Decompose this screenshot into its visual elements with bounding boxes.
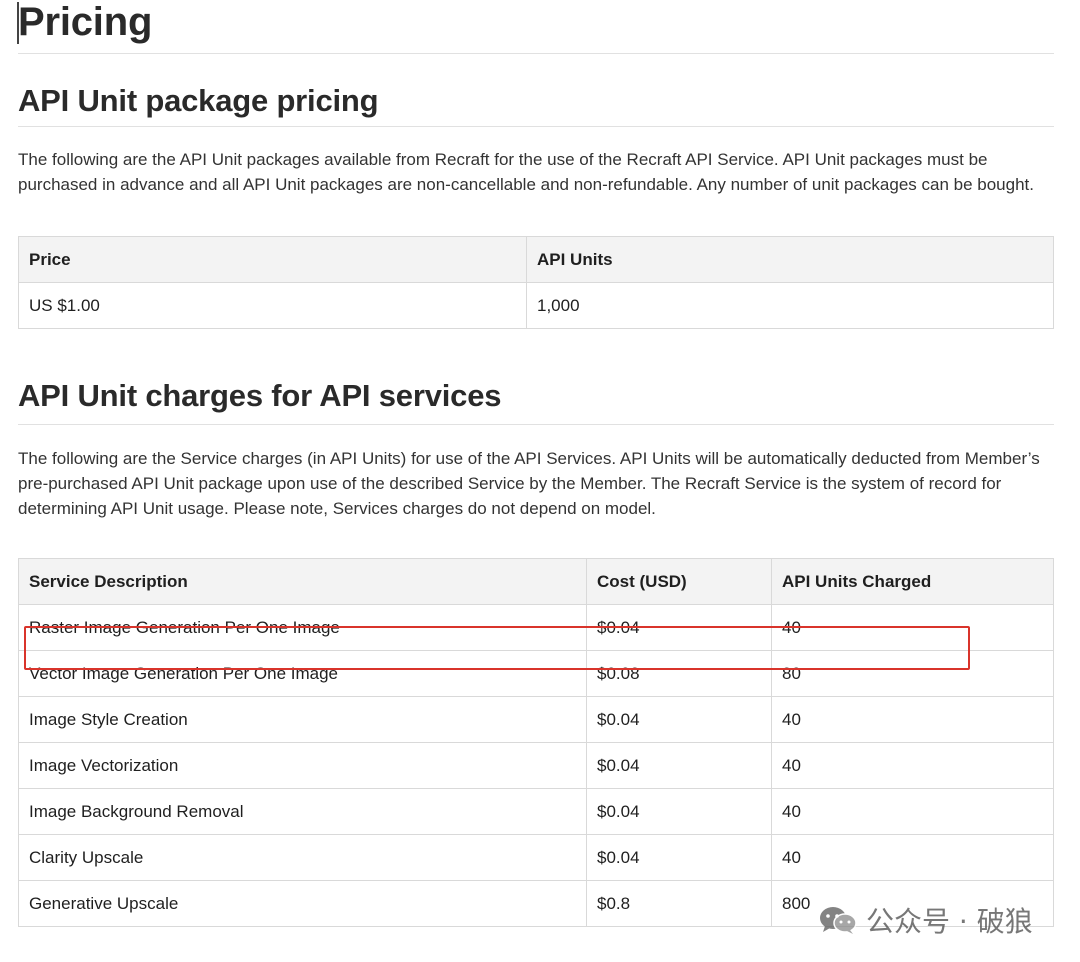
column-header-api-units-charged: API Units Charged: [771, 558, 1054, 605]
service-charges-table: Service Description Cost (USD) API Units…: [18, 558, 1054, 927]
service-cell: Image Background Removal: [18, 788, 587, 835]
service-cell: Image Style Creation: [18, 696, 587, 743]
cost-cell: $0.04: [586, 834, 772, 881]
package-section-description: The following are the API Unit packages …: [18, 150, 1034, 194]
table-row: Image Vectorization $0.04 40: [18, 742, 1054, 789]
service-cell: Generative Upscale: [18, 880, 587, 927]
cost-cell: $0.04: [586, 742, 772, 789]
column-header-api-units: API Units: [526, 236, 1054, 283]
page-title: Pricing: [18, 0, 1054, 54]
price-cell: US $1.00: [18, 282, 527, 329]
table-row: Image Background Removal $0.04 40: [18, 788, 1054, 835]
api-units-cell: 1,000: [526, 282, 1054, 329]
table-header-row: Price API Units: [18, 236, 1054, 283]
wechat-icon: [820, 907, 857, 934]
charges-section-heading: API Unit charges for API services: [18, 329, 1054, 425]
table-header-row: Service Description Cost (USD) API Units…: [18, 558, 1054, 605]
cost-cell: $0.04: [586, 788, 772, 835]
column-header-price: Price: [18, 236, 527, 283]
service-cell: Image Vectorization: [18, 742, 587, 789]
highlight-annotation-box: [24, 626, 970, 670]
package-pricing-table: Price API Units US $1.00 1,000: [18, 236, 1054, 329]
watermark-text: 公众号 · 破狼: [866, 905, 1033, 938]
package-section-heading: API Unit package pricing: [18, 54, 1054, 127]
service-cell: Clarity Upscale: [18, 834, 587, 881]
units-cell: 40: [771, 742, 1054, 789]
column-header-service-description: Service Description: [18, 558, 587, 605]
table-row: US $1.00 1,000: [18, 282, 1054, 329]
cost-cell: $0.04: [586, 696, 772, 743]
table-row: Image Style Creation $0.04 40: [18, 696, 1054, 743]
column-header-cost: Cost (USD): [586, 558, 772, 605]
table-row: Clarity Upscale $0.04 40: [18, 834, 1054, 881]
watermark: 公众号 · 破狼: [818, 902, 1033, 938]
units-cell: 40: [771, 788, 1054, 835]
charges-section-description: The following are the Service charges (i…: [18, 449, 1040, 518]
pricing-page: Pricing API Unit package pricing The fol…: [18, 0, 1054, 927]
cost-cell: $0.8: [586, 880, 772, 927]
units-cell: 40: [771, 834, 1054, 881]
units-cell: 40: [771, 696, 1054, 743]
